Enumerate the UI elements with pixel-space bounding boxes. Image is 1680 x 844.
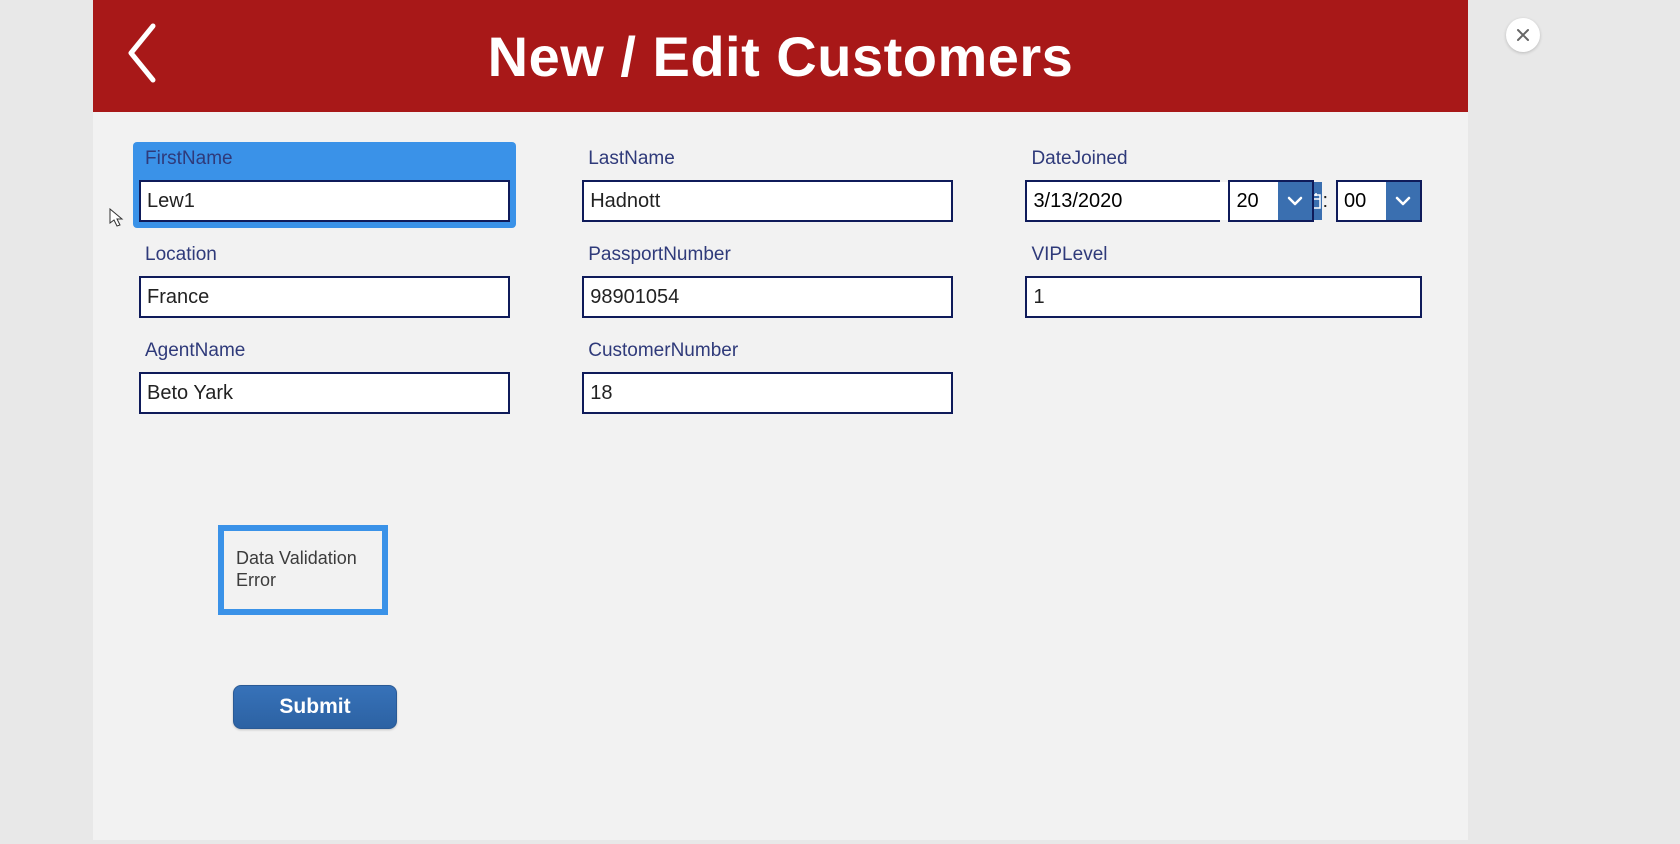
passportnumber-label: PassportNumber (582, 244, 953, 266)
submit-button[interactable]: Submit (233, 685, 397, 729)
page-title: New / Edit Customers (93, 24, 1468, 89)
validation-error-box: Data Validation Error (218, 525, 388, 615)
agentname-field: AgentName (133, 334, 516, 420)
back-button[interactable] (123, 18, 163, 93)
hour-dropdown-button[interactable] (1278, 182, 1312, 220)
minute-value: 00 (1338, 190, 1386, 213)
agentname-input[interactable] (139, 372, 510, 414)
viplevel-field: VIPLevel (1019, 238, 1428, 324)
lastname-field: LastName (576, 142, 959, 228)
firstname-field-highlighted: FirstName (133, 142, 516, 228)
close-icon (1515, 27, 1531, 43)
customer-form: FirstName LastName DateJoined (93, 112, 1468, 420)
chevron-down-icon (1287, 195, 1303, 207)
location-field: Location (133, 238, 516, 324)
datejoined-field: DateJoined 20 (1019, 142, 1428, 228)
customernumber-label: CustomerNumber (582, 340, 953, 362)
passportnumber-input[interactable] (582, 276, 953, 318)
hour-value: 20 (1230, 190, 1278, 213)
customernumber-field: CustomerNumber (576, 334, 959, 420)
page-header: New / Edit Customers (93, 0, 1468, 112)
minute-dropdown-button[interactable] (1386, 182, 1420, 220)
close-button[interactable] (1506, 18, 1540, 52)
minute-select[interactable]: 00 (1336, 180, 1422, 222)
hour-select[interactable]: 20 (1228, 180, 1314, 222)
viplevel-input[interactable] (1025, 276, 1422, 318)
time-colon: : (1322, 190, 1328, 213)
chevron-left-icon (123, 18, 163, 88)
viplevel-label: VIPLevel (1025, 244, 1422, 266)
date-input-group (1025, 180, 1220, 222)
chevron-down-icon (1395, 195, 1411, 207)
firstname-input[interactable] (139, 180, 510, 222)
location-label: Location (139, 244, 510, 266)
firstname-label: FirstName (139, 148, 510, 170)
passportnumber-field: PassportNumber (576, 238, 959, 324)
lastname-label: LastName (582, 148, 953, 170)
app-container: New / Edit Customers FirstName LastName … (93, 0, 1468, 840)
customernumber-input[interactable] (582, 372, 953, 414)
validation-error-text: Data Validation Error (236, 548, 370, 591)
lastname-input[interactable] (582, 180, 953, 222)
agentname-label: AgentName (139, 340, 510, 362)
location-input[interactable] (139, 276, 510, 318)
datejoined-label: DateJoined (1025, 148, 1422, 170)
